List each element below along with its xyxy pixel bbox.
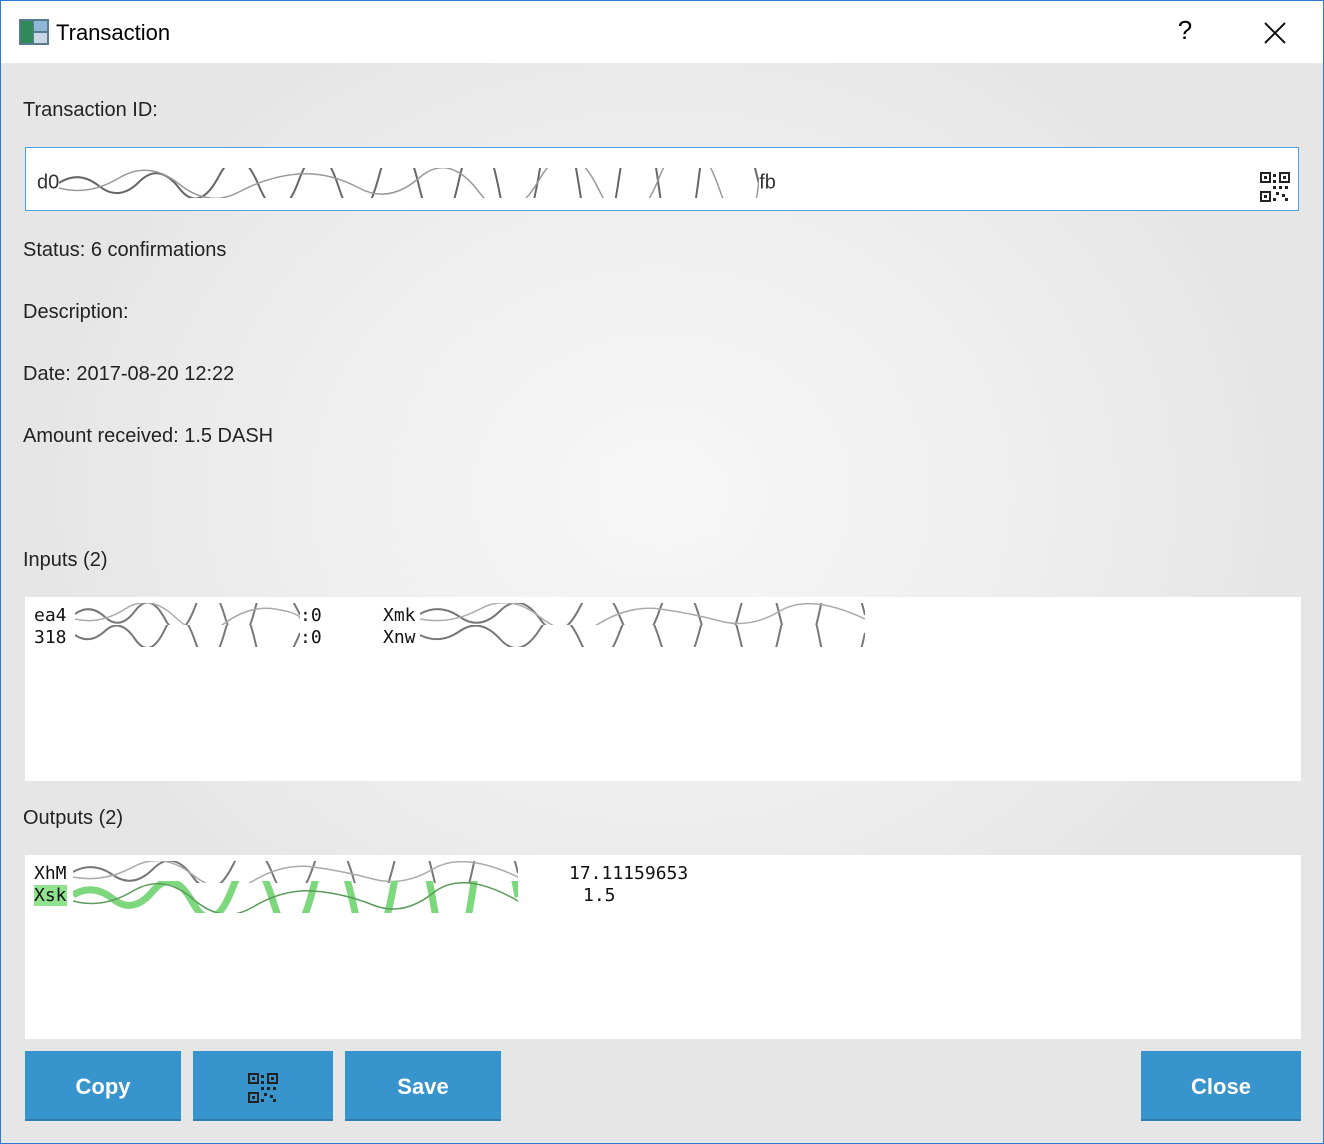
redacted-text-highlighted [73,881,518,913]
redacted-text [75,625,300,647]
txid-value[interactable]: d0 fb [37,168,776,198]
redacted-text [75,603,300,625]
output-amount: 17.11159653 [569,863,689,884]
status-text: Status: 6 confirmations [23,239,227,261]
input-index: :0 [300,627,322,648]
qr-code-button[interactable] [193,1051,333,1121]
window-title: Transaction [56,20,171,45]
redacted-text [73,861,518,883]
amount-text: Amount received: 1.5 DASH [23,425,274,447]
qr-code-icon [248,1073,278,1104]
redacted-text [420,603,865,625]
txid-field[interactable]: d0 fb [25,147,1299,211]
app-icon [19,19,49,45]
transaction-dialog: Transaction ? Transaction ID: d0 fb Stat… [0,0,1324,1144]
txid-suffix: fb [759,171,776,194]
input-tx-prefix: ea4 [34,605,67,626]
title-bar: Transaction ? [1,1,1323,63]
input-address-prefix: Xmk [383,605,416,626]
inputs-label: Inputs (2) [23,549,108,571]
output-amount: 1.5 [583,885,616,906]
close-icon[interactable] [1259,17,1291,49]
date-text: Date: 2017-08-20 12:22 [23,363,235,385]
output-address-prefix: Xsk [34,885,67,906]
output-address-prefix: XhM [34,863,67,884]
description-label: Description: [23,301,129,323]
inputs-list[interactable]: ea4 :0 Xmk 318 :0 Xnw [25,597,1301,781]
qr-code-icon[interactable] [1260,172,1290,202]
input-index: :0 [300,605,322,626]
dialog-body: Transaction ID: d0 fb Status: 6 confirma… [1,63,1323,1143]
copy-button[interactable]: Copy [25,1051,181,1121]
outputs-label: Outputs (2) [23,807,124,829]
redacted-text [420,625,865,647]
close-button[interactable]: Close [1141,1051,1301,1121]
input-tx-prefix: 318 [34,627,67,648]
txid-label: Transaction ID: [23,99,158,121]
help-button[interactable]: ? [1173,15,1197,46]
txid-prefix: d0 [37,171,60,194]
input-address-prefix: Xnw [383,627,416,648]
redacted-text [59,168,760,198]
save-button[interactable]: Save [345,1051,501,1121]
outputs-list[interactable]: XhM 17.11159653 Xsk 1.5 [25,855,1301,1039]
